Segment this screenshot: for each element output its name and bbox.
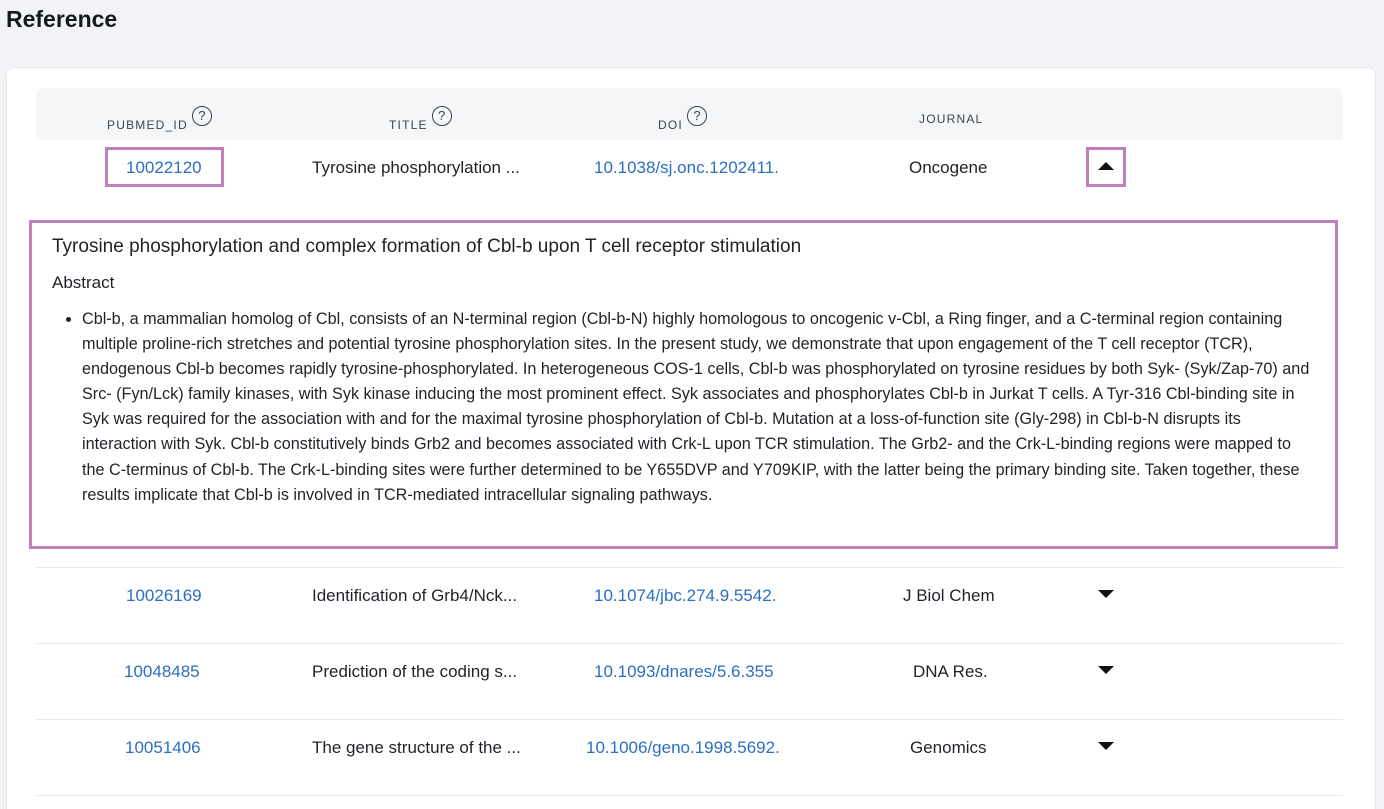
column-header-journal: JOURNAL	[919, 112, 984, 126]
row-divider	[36, 719, 1343, 720]
caret-down-icon[interactable]	[1098, 742, 1114, 750]
page-title: Reference	[6, 6, 118, 32]
abstract-text: Cbl-b, a mammalian homolog of Cbl, consi…	[82, 307, 1315, 508]
row-title: The gene structure of the ...	[312, 738, 521, 757]
row-title: Identification of Grb4/Nck...	[312, 586, 518, 605]
question-circle-icon[interactable]: ?	[431, 106, 452, 126]
pubmed-id-link[interactable]: 10048485	[124, 662, 200, 682]
abstract-label: Abstract	[52, 273, 115, 292]
doi-link[interactable]: 10.1093/dnares/5.6.355	[594, 662, 774, 682]
row-title: Prediction of the coding s...	[312, 662, 518, 681]
row-journal: Oncogene	[909, 158, 988, 177]
question-circle-icon[interactable]: ?	[686, 106, 707, 126]
column-header-pubmed-id: PUBMED_ID?	[107, 106, 212, 132]
reference-detail-panel: Tyrosine phosphorylation and complex for…	[29, 220, 1338, 549]
doi-link[interactable]: 10.1074/jbc.274.9.5542.	[594, 586, 776, 606]
doi-link[interactable]: 10.1006/geno.1998.5692.	[586, 738, 780, 758]
caret-down-icon[interactable]	[1098, 666, 1114, 674]
row-divider	[36, 643, 1343, 644]
caret-up-icon[interactable]	[1098, 162, 1114, 170]
doi-link[interactable]: 10.1038/sj.onc.1202411.	[594, 158, 779, 178]
row-journal: Genomics	[910, 738, 987, 757]
abstract-list: Cbl-b, a mammalian homolog of Cbl, consi…	[52, 307, 1315, 508]
row-journal: DNA Res.	[913, 662, 988, 681]
pubmed-id-link[interactable]: 10051406	[125, 738, 201, 758]
question-circle-icon[interactable]: ?	[191, 106, 212, 126]
detail-title: Tyrosine phosphorylation and complex for…	[52, 236, 802, 257]
row-divider	[36, 567, 1343, 568]
row-journal: J Biol Chem	[903, 586, 995, 605]
column-header-title: TITLE?	[389, 106, 452, 132]
row-divider	[36, 795, 1343, 796]
row-title: Tyrosine phosphorylation ...	[312, 158, 520, 177]
column-header-doi: DOI?	[658, 106, 707, 132]
pubmed-id-link[interactable]: 10022120	[126, 158, 202, 178]
caret-down-icon[interactable]	[1098, 590, 1114, 598]
pubmed-id-link[interactable]: 10026169	[126, 586, 202, 606]
